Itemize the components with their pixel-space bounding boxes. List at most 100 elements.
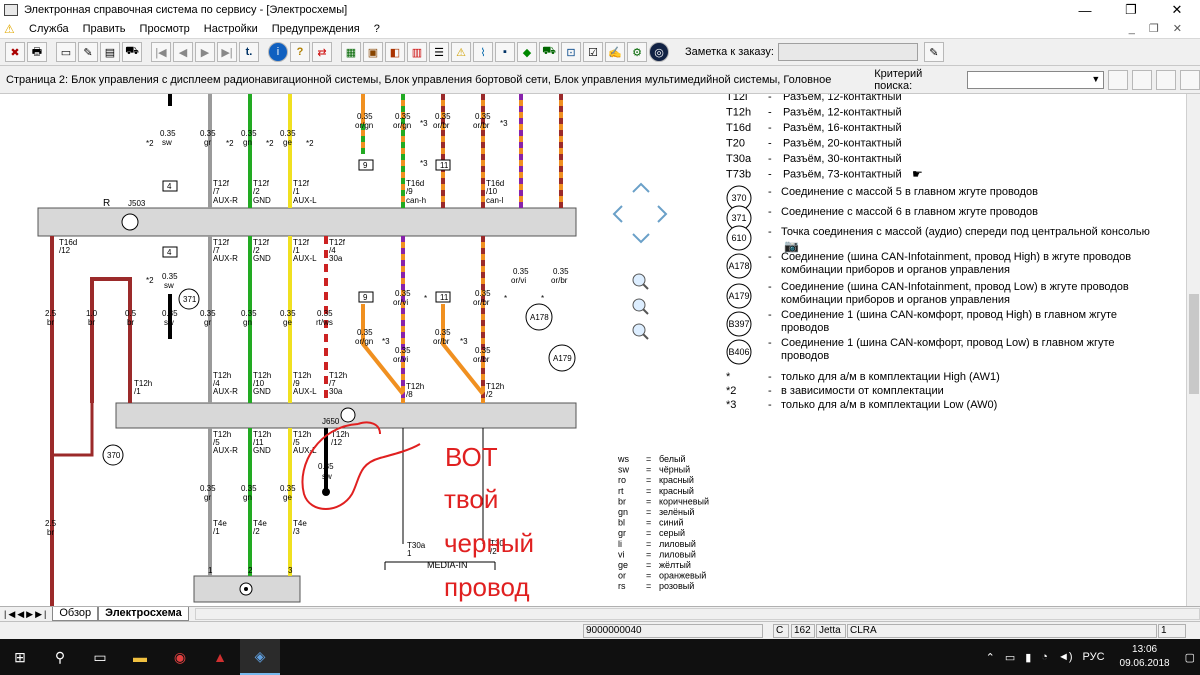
menu-view[interactable]: Просмотр xyxy=(133,23,197,35)
module-icon[interactable]: ▣ xyxy=(363,42,383,62)
menu-edit[interactable]: Править xyxy=(76,23,133,35)
search-icon[interactable] xyxy=(1108,69,1129,90)
legend-dash: - xyxy=(768,309,772,321)
wire-label: or/br xyxy=(433,121,450,130)
wire-label: /2 xyxy=(253,527,260,536)
legend-dash: - xyxy=(768,226,772,238)
search-next-icon[interactable] xyxy=(1132,69,1153,90)
wire-label: 0.35 xyxy=(280,309,296,318)
diagram-canvas[interactable]: R J503 J650 0.35 sw 0.35 gr 0.35 gn 0.35 ge T12f… xyxy=(0,94,1186,606)
connector-code: T73b xyxy=(726,169,751,181)
separator xyxy=(261,42,266,62)
save-icon[interactable]: ▪ xyxy=(495,42,515,62)
menu-warnings[interactable]: Предупреждения xyxy=(265,23,367,35)
table-icon[interactable]: ▦ xyxy=(341,42,361,62)
measure-icon[interactable]: ⊡ xyxy=(561,42,581,62)
first-page-icon[interactable]: |◀ xyxy=(151,42,171,62)
horizontal-scrollbar[interactable] xyxy=(194,608,1200,620)
car-tool-icon[interactable]: ⛟ xyxy=(539,42,559,62)
windows-start-icon[interactable]: ⊞ xyxy=(0,639,40,675)
book-icon[interactable]: ▥ xyxy=(407,42,427,62)
globe-icon[interactable]: ◎ xyxy=(649,42,669,62)
checklist-icon[interactable]: ☑ xyxy=(583,42,603,62)
color-code: ro xyxy=(618,475,626,485)
menu-help[interactable]: ? xyxy=(367,23,387,35)
wire-label: *3 xyxy=(382,337,390,346)
chrome-icon[interactable]: ◉ xyxy=(160,639,200,675)
close-button[interactable]: ✕ xyxy=(1154,0,1200,20)
wire-label: *3 xyxy=(420,159,428,168)
wire-label: * xyxy=(504,294,507,303)
search-clear-icon[interactable] xyxy=(1180,69,1200,90)
menu-settings[interactable]: Настройки xyxy=(197,23,265,35)
battery-icon[interactable]: ▮ xyxy=(1020,651,1036,664)
wifi-icon[interactable]: ◔ xyxy=(1036,651,1053,663)
wire-label: can-h xyxy=(406,196,426,205)
status-model: Jetta xyxy=(816,624,846,638)
car-icon[interactable]: ⛟ xyxy=(122,42,142,62)
app-service-icon[interactable]: ◈ xyxy=(240,639,280,675)
print-icon[interactable]: 🖶 xyxy=(27,42,47,62)
color-name: синий xyxy=(659,518,684,528)
color-code: gn xyxy=(618,507,628,517)
search-icon[interactable]: ⚲ xyxy=(40,639,80,675)
connector-desc: Разъём, 73-контактный xyxy=(783,169,902,181)
criterion-select[interactable] xyxy=(966,70,1105,89)
color-code: ge xyxy=(618,560,628,570)
component-icon[interactable]: ◧ xyxy=(385,42,405,62)
last-page-icon[interactable]: ▶| xyxy=(217,42,237,62)
tool-icon[interactable]: ✖ xyxy=(5,42,25,62)
file-explorer-icon[interactable]: ▬ xyxy=(120,639,160,675)
tray-chevron-icon[interactable]: ⌃ xyxy=(981,651,1000,664)
color-name: розовый xyxy=(659,581,694,591)
tab-wiring-diagram[interactable]: Электросхема xyxy=(98,607,189,621)
tag-icon[interactable]: ◆ xyxy=(517,42,537,62)
next-page-icon[interactable]: ▶ xyxy=(195,42,215,62)
notes-icon[interactable]: ▤ xyxy=(100,42,120,62)
terminal-number: 4 xyxy=(167,182,172,191)
mdi-restore-button[interactable]: ❐ xyxy=(1149,20,1159,38)
tab-overview[interactable]: Обзор xyxy=(52,607,99,621)
gear-icon[interactable]: ⚙ xyxy=(627,42,647,62)
wire-label: gn xyxy=(243,493,252,502)
task-view-icon[interactable]: ▭ xyxy=(80,639,120,675)
help-icon[interactable]: ? xyxy=(290,42,310,62)
note-input[interactable] xyxy=(777,43,918,61)
jump-icon[interactable]: t. xyxy=(239,42,259,62)
network-icon[interactable]: ▭ xyxy=(1000,651,1020,664)
mdi-minimize-button[interactable]: _ xyxy=(1129,20,1135,38)
vertical-scrollbar[interactable] xyxy=(1186,94,1200,606)
wire-label: or/gn xyxy=(393,121,411,130)
volume-icon[interactable]: ◄) xyxy=(1053,651,1078,663)
document-edit-icon[interactable]: ✍ xyxy=(605,42,625,62)
new-page-icon[interactable]: ▭ xyxy=(56,42,76,62)
prev-page-icon[interactable]: ◀ xyxy=(173,42,193,62)
language-indicator[interactable]: РУС xyxy=(1078,651,1110,663)
swap-icon[interactable]: ⇄ xyxy=(312,42,332,62)
diagram-icon[interactable]: ⌇ xyxy=(473,42,493,62)
wire-label: 0.35 xyxy=(241,129,257,138)
separator xyxy=(671,42,676,62)
mdi-close-button[interactable]: ✕ xyxy=(1173,20,1182,38)
scroll-thumb[interactable] xyxy=(1189,294,1199,394)
handwritten-annotation: ВОТ твой черный провод xyxy=(444,442,534,602)
circle-code: A178 xyxy=(728,261,749,271)
maximize-button[interactable]: ❐ xyxy=(1108,0,1154,20)
warning-tool-icon[interactable]: ⚠ xyxy=(451,42,471,62)
menu-service[interactable]: Служба xyxy=(22,23,76,35)
terminal-number: 11 xyxy=(440,293,449,302)
clock[interactable]: 13:06 09.06.2018 xyxy=(1110,643,1180,671)
search-prev-icon[interactable] xyxy=(1156,69,1177,90)
app-red-icon[interactable]: ▲ xyxy=(200,639,240,675)
color-code: rs xyxy=(618,581,626,591)
wire-label: br xyxy=(47,318,54,327)
wire-label: 0.5 xyxy=(125,309,137,318)
list-icon[interactable]: ☰ xyxy=(429,42,449,62)
legend-dash: - xyxy=(768,94,772,103)
notifications-icon[interactable]: ▢ xyxy=(1180,651,1200,664)
minimize-button[interactable]: — xyxy=(1062,0,1108,20)
edit-icon[interactable]: ✎ xyxy=(78,42,98,62)
tab-scroll-arrows[interactable]: |◀◀▶▶| xyxy=(0,609,52,620)
info-icon[interactable]: i xyxy=(268,42,288,62)
note-edit-icon[interactable]: ✎ xyxy=(923,42,944,62)
